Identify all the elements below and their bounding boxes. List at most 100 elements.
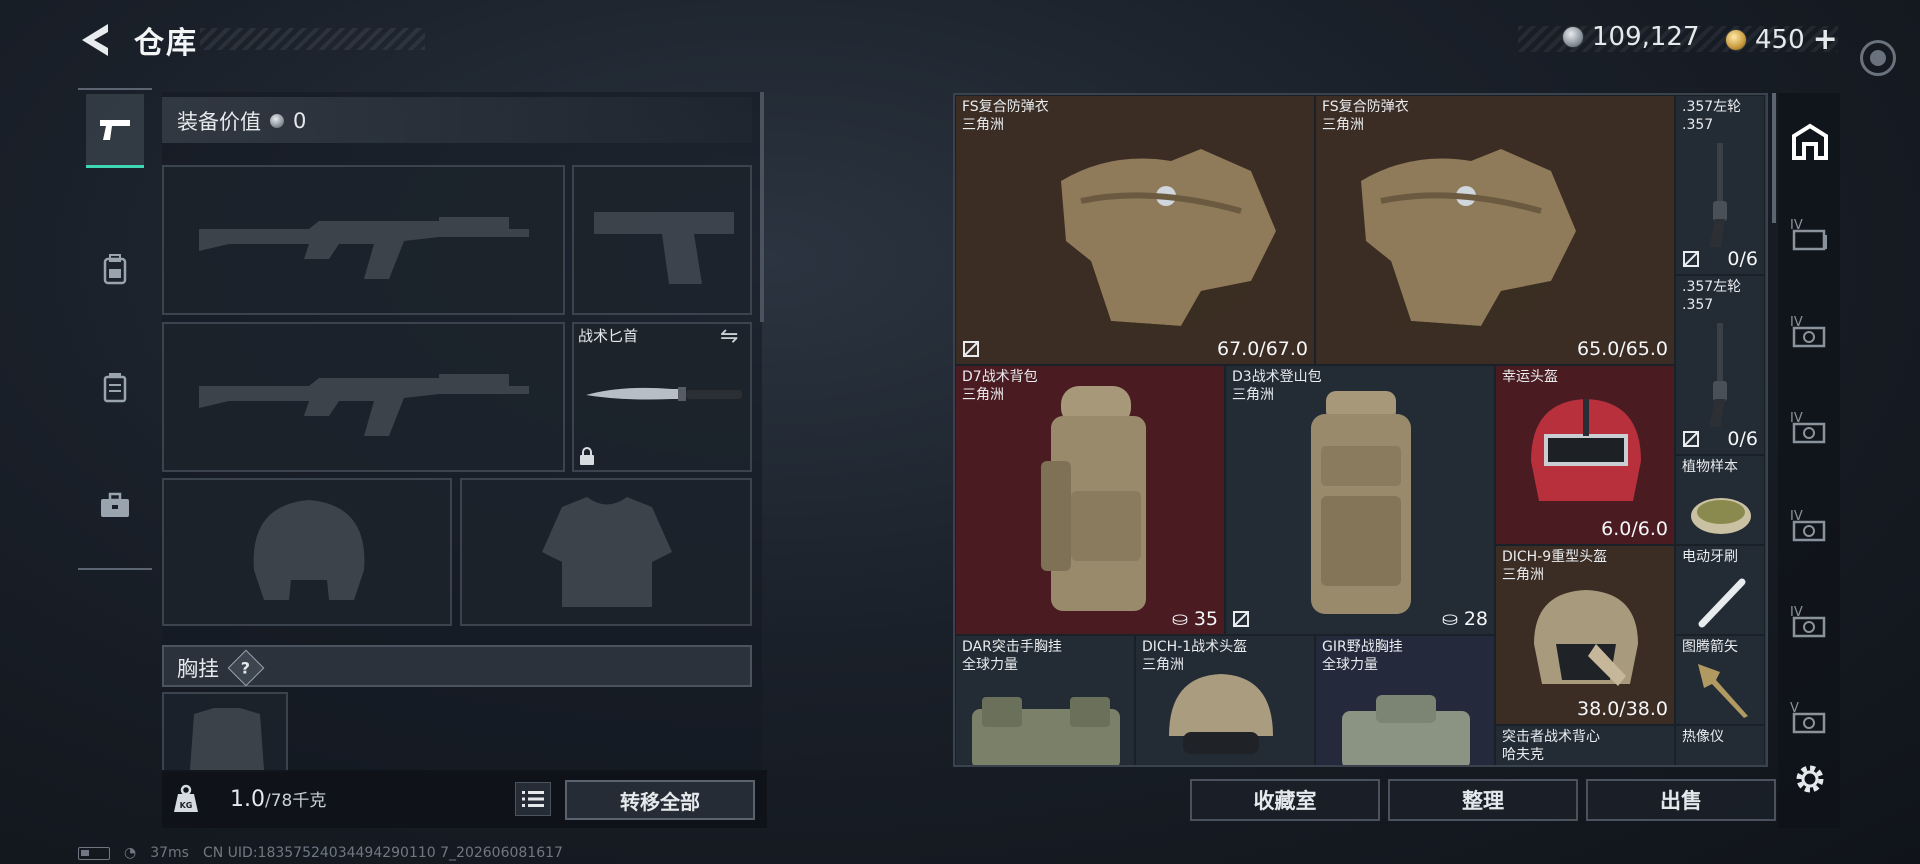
secondary-weapon-slot[interactable] [162,322,565,472]
stash-tab-5[interactable]: IV [1784,592,1836,652]
sort-button[interactable]: 整理 [1388,779,1578,821]
stash-item-dich9-helmet[interactable]: DICH-9重型头盔 三角洲 38.0/38.0 [1495,545,1675,725]
battery-icon [78,846,110,860]
toolbox-icon [101,492,129,517]
tab-weapons[interactable] [86,94,144,168]
helmet-icon [1169,674,1273,754]
tab-vest[interactable] [86,350,144,424]
stash-item-fs-vest-2[interactable]: FS复合防弹衣 三角洲 65.0/65.0 [1315,95,1675,365]
stash-item-gir-rig[interactable]: GIR野战胸挂 全球力量 [1315,635,1495,765]
backpack-icon: ⛀ [1441,608,1458,630]
item-name: 植物样本 [1682,459,1738,475]
chest-rig-slot[interactable] [162,692,288,772]
stash-item-plant-sample[interactable]: 植物样本 [1675,455,1765,545]
equipment-value: 装备价值 0 [177,106,306,136]
helmet-slot[interactable] [162,478,452,626]
stash-item-d3-backpack[interactable]: D3战术登山包 三角洲 ⛀ 28 [1225,365,1495,635]
weight-icon: KG [174,784,198,812]
body-armor-icon [1061,149,1276,331]
no-repair-icon [963,341,979,357]
rail-divider-top [78,88,152,90]
list-view-button[interactable] [515,782,551,816]
item-durability: 38.0/38.0 [1576,698,1668,720]
settings-gear-icon[interactable] [1791,760,1829,798]
weight-current: 1.0 [230,787,265,812]
knife-name: 战术匕首 [578,327,639,345]
stash-tab-2[interactable]: IV [1784,302,1836,362]
no-repair-icon [1683,251,1699,267]
gold-currency[interactable]: 450 + [1725,22,1838,57]
add-currency-button[interactable]: + [1813,22,1838,57]
transfer-all-button[interactable]: 转移全部 [565,780,755,820]
back-button[interactable] [78,20,114,60]
stash-tab-6-icon: IV [1790,411,1826,444]
stash-tab-9-icon: V [1790,701,1826,734]
page-title: 仓库 [134,26,198,61]
stash-item-revolver-2[interactable]: .357左轮 .357 0/6 [1675,275,1765,455]
item-durability: 67.0/67.0 [1216,338,1308,360]
target-icon[interactable] [1860,40,1896,76]
swap-icon[interactable]: ⇋ [720,324,738,349]
chest-rig-icon [1342,695,1470,765]
body-armor-icon [1361,149,1576,331]
collection-room-button[interactable]: 收藏室 [1190,779,1380,821]
toothbrush-icon [1698,578,1746,628]
rifle-placeholder-icon [199,374,529,436]
stash-item-lucky-helmet[interactable]: 幸运头盔 6.0/6.0 [1495,365,1675,545]
stash-item-thermal[interactable]: 热像仪 [1675,725,1765,765]
no-repair-icon [1233,611,1249,627]
stash-item-toothbrush[interactable]: 电动牙刷 [1675,545,1765,635]
item-name: GIR野战胸挂 全球力量 [1322,639,1403,673]
pistol-placeholder-icon [594,212,734,284]
item-name: 突击者战术背心 哈夫克 [1502,729,1600,763]
pistol-icon [100,119,130,140]
uid-text: CN UID:18357524034494290110 7_2026060816… [202,845,563,861]
back-arrow-icon [82,24,108,56]
silver-coin-icon [269,113,285,129]
item-name: D7战术背包 三角洲 [962,369,1038,403]
item-name: DICH-9重型头盔 三角洲 [1502,549,1608,583]
lock-icon [580,447,594,465]
sell-button[interactable]: 出售 [1586,779,1776,821]
title-decoration [200,28,425,50]
tactical-knife-icon [586,387,742,401]
stash-tab-4[interactable]: IV [1784,496,1836,556]
stash-item-raider-vest[interactable]: 突击者战术背心 哈夫克 [1495,725,1675,765]
item-name: .357左轮 .357 [1682,279,1742,313]
stash-item-revolver-1[interactable]: .357左轮 .357 0/6 [1675,95,1765,275]
item-name: 图腾箭矢 [1682,639,1738,655]
tab-kit[interactable] [86,468,144,542]
stash-scrollbar[interactable] [1772,93,1776,223]
helmet-placeholder-icon [253,500,365,600]
item-ammo: 0/6 [1727,248,1758,270]
item-name: 热像仪 [1682,729,1724,745]
pistol-slot[interactable] [572,165,752,315]
stash-tab-1[interactable]: IV [1784,205,1836,265]
stash-tab-home[interactable] [1784,112,1836,172]
stash-grid[interactable]: FS复合防弹衣 三角洲 67.0/67.0 FS复合防弹衣 三角洲 65.0/65.… [953,93,1768,767]
helmet-icon [1534,590,1638,686]
equipment-value-label: 装备价值 [177,110,261,134]
tab-gear[interactable] [86,232,144,306]
primary-weapon-slot[interactable] [162,165,565,315]
stash-item-dich1-helmet[interactable]: DICH-1战术头盔 三角洲 [1135,635,1315,765]
stash-item-d7-backpack[interactable]: D7战术背包 三角洲 ⛀ 35 [955,365,1225,635]
item-durability: 65.0/65.0 [1576,338,1668,360]
stash-tab-6[interactable]: V [1784,688,1836,748]
gold-amount: 450 [1755,24,1805,55]
backpack-icon [103,254,127,285]
stash-tab-5-icon: IV [1790,315,1826,348]
chest-rig-title: 胸挂 ? [177,649,265,687]
arrow-icon [1698,664,1748,718]
stash-item-fs-vest-1[interactable]: FS复合防弹衣 三角洲 67.0/67.0 [955,95,1315,365]
equipment-scrollbar[interactable] [760,92,764,322]
help-icon[interactable]: ? [227,649,265,687]
silver-coin-icon [1562,26,1584,48]
backpack-icon [1311,391,1411,614]
stash-tab-7-icon: IV [1790,509,1826,542]
armor-slot[interactable] [460,478,752,626]
item-name: .357左轮 .357 [1682,99,1742,133]
stash-tab-3[interactable]: IV [1784,398,1836,458]
stash-item-totem-arrow[interactable]: 图腾箭矢 [1675,635,1765,725]
stash-item-dar-rig[interactable]: DAR突击手胸挂 全球力量 [955,635,1135,765]
